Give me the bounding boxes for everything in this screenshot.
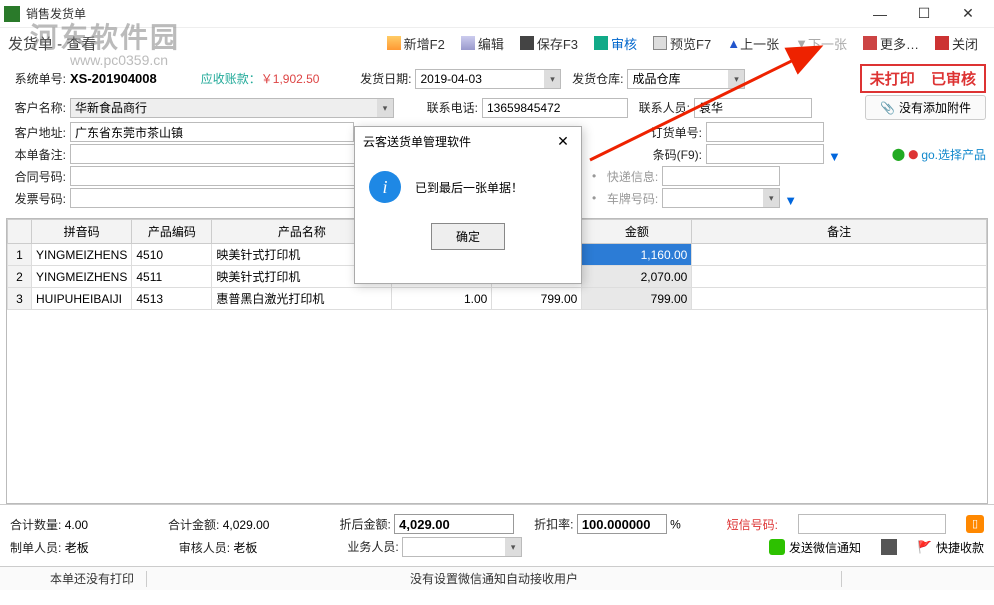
footer-section: 合计数量: 4.00 合计金额: 4,029.00 折后金额: 折扣率: % 短…: [0, 504, 994, 566]
dialog-title: 云客送货单管理软件: [363, 133, 553, 150]
order-no-label: 订货单号:: [644, 124, 702, 141]
contact-input[interactable]: [694, 98, 812, 118]
warehouse-label: 发货仓库:: [565, 70, 623, 87]
invoice-label: 发票号码:: [8, 190, 66, 207]
status-print: 本单还没有打印: [50, 570, 134, 587]
chevron-down-icon[interactable]: ▾: [763, 189, 779, 207]
status-unprinted: 未打印: [870, 71, 915, 88]
close-button[interactable]: 关闭: [929, 32, 984, 55]
creator-label: 制单人员:: [10, 541, 61, 555]
maximize-button[interactable]: ☐: [902, 0, 946, 28]
disc-amt-input[interactable]: [394, 514, 514, 534]
window-close-button[interactable]: ✕: [946, 0, 990, 28]
phone-input[interactable]: [482, 98, 628, 118]
barcode-input[interactable]: [706, 144, 824, 164]
status-wechat: 没有设置微信通知自动接收用户: [159, 570, 829, 587]
more-icon: [863, 36, 877, 50]
chevron-down-icon[interactable]: ▾: [377, 99, 393, 117]
barcode-label: 条码(F9):: [644, 146, 702, 163]
total-qty-value: 4.00: [65, 518, 88, 532]
total-qty-label: 合计数量:: [10, 518, 61, 532]
save-button[interactable]: 保存F3: [514, 32, 584, 55]
app-icon: [4, 6, 20, 22]
preview-button[interactable]: 预览F7: [647, 32, 717, 55]
plate-label: 车牌号码:: [600, 190, 658, 207]
gear-icon[interactable]: [881, 539, 897, 555]
check-icon: [594, 36, 608, 50]
cust-addr-label: 客户地址:: [8, 124, 66, 141]
dialog-close-button[interactable]: ✕: [553, 133, 573, 150]
message-dialog: 云客送货单管理软件 ✕ i 已到最后一张单据！ 确定: [354, 126, 582, 284]
sms-input[interactable]: [798, 514, 946, 534]
disc-amt-label: 折后金额:: [339, 518, 390, 532]
express-input[interactable]: [662, 166, 780, 186]
ship-date-label: 发货日期:: [353, 70, 411, 87]
prev-button[interactable]: ▲上一张: [721, 32, 785, 55]
col-amount[interactable]: 金额: [582, 220, 692, 244]
minimize-button[interactable]: ―: [858, 0, 902, 28]
audit-button[interactable]: 审核: [588, 32, 643, 55]
sys-no-value: XS-201904008: [70, 71, 157, 86]
chevron-down-icon[interactable]: ▾: [728, 70, 744, 88]
cust-name-input[interactable]: [70, 98, 394, 118]
ship-date-input[interactable]: [415, 69, 561, 89]
col-code[interactable]: 产品编码: [132, 220, 212, 244]
dialog-ok-button[interactable]: 确定: [431, 223, 505, 250]
window-title: 销售发货单: [26, 5, 858, 22]
biz-label: 业务人员:: [347, 540, 398, 554]
col-pinyin[interactable]: 拼音码: [32, 220, 132, 244]
cust-name-label: 客户名称:: [8, 99, 66, 116]
status-box: 未打印 已审核: [860, 64, 986, 93]
plate-dropdown-icon[interactable]: ▼: [784, 193, 798, 203]
disc-rate-label: 折扣率:: [534, 518, 573, 532]
col-remark[interactable]: 备注: [692, 220, 987, 244]
next-button[interactable]: ▼下一张: [789, 32, 853, 55]
more-button[interactable]: 更多…: [857, 32, 925, 55]
phone-label: 联系电话:: [420, 99, 478, 116]
contract-label: 合同号码:: [8, 168, 66, 185]
wechat-icon: [769, 539, 785, 555]
quick-collect-button[interactable]: 🚩快捷收款: [917, 539, 984, 556]
disc-rate-input[interactable]: [577, 514, 667, 534]
barcode-dropdown-icon[interactable]: ▼: [828, 149, 842, 159]
chevron-down-icon[interactable]: ▾: [505, 538, 521, 556]
statusbar: 本单还没有打印 没有设置微信通知自动接收用户: [0, 566, 994, 590]
preview-icon: [653, 36, 667, 50]
creator-value: 老板: [65, 541, 89, 555]
total-amt-value: 4,029.00: [223, 518, 270, 532]
table-row[interactable]: 3HUIPUHEIBAIJI4513惠普黑白激光打印机1.00799.00799…: [8, 288, 987, 310]
attach-button[interactable]: 📎没有添加附件: [865, 95, 986, 120]
contact-label: 联系人员:: [632, 99, 690, 116]
select-product-link[interactable]: ⬤⬤go.选择产品: [892, 146, 986, 163]
express-label: 快递信息:: [600, 168, 658, 185]
page-title: 发货单 - 查看: [8, 33, 96, 54]
receivable-label: 应收账款：￥1,902.50: [201, 70, 320, 87]
wechat-button[interactable]: 发送微信通知: [769, 539, 861, 556]
cust-addr-input[interactable]: [70, 122, 354, 142]
titlebar: 销售发货单 ― ☐ ✕: [0, 0, 994, 28]
remark-label: 本单备注:: [8, 146, 66, 163]
edit-button[interactable]: 编辑: [455, 32, 510, 55]
edit-icon: [461, 36, 475, 50]
save-icon: [520, 36, 534, 50]
order-no-input[interactable]: [706, 122, 824, 142]
total-amt-label: 合计金额:: [168, 518, 219, 532]
sms-label: 短信号码:: [727, 516, 778, 533]
toolbar: 发货单 - 查看 新增F2 编辑 保存F3 审核 预览F7 ▲上一张 ▼下一张 …: [0, 28, 994, 58]
dialog-message: 已到最后一张单据！: [415, 179, 523, 196]
auditor-value: 老板: [233, 541, 257, 555]
new-button[interactable]: 新增F2: [381, 32, 451, 55]
status-audited: 已审核: [931, 71, 976, 88]
date-picker-icon[interactable]: ▾: [544, 70, 560, 88]
new-icon: [387, 36, 401, 50]
close-icon: [935, 36, 949, 50]
auditor-label: 审核人员:: [179, 541, 230, 555]
rss-icon[interactable]: ▯: [966, 515, 984, 533]
sys-no-label: 系统单号:: [8, 70, 66, 87]
info-icon: i: [369, 171, 401, 203]
biz-input[interactable]: [402, 537, 522, 557]
